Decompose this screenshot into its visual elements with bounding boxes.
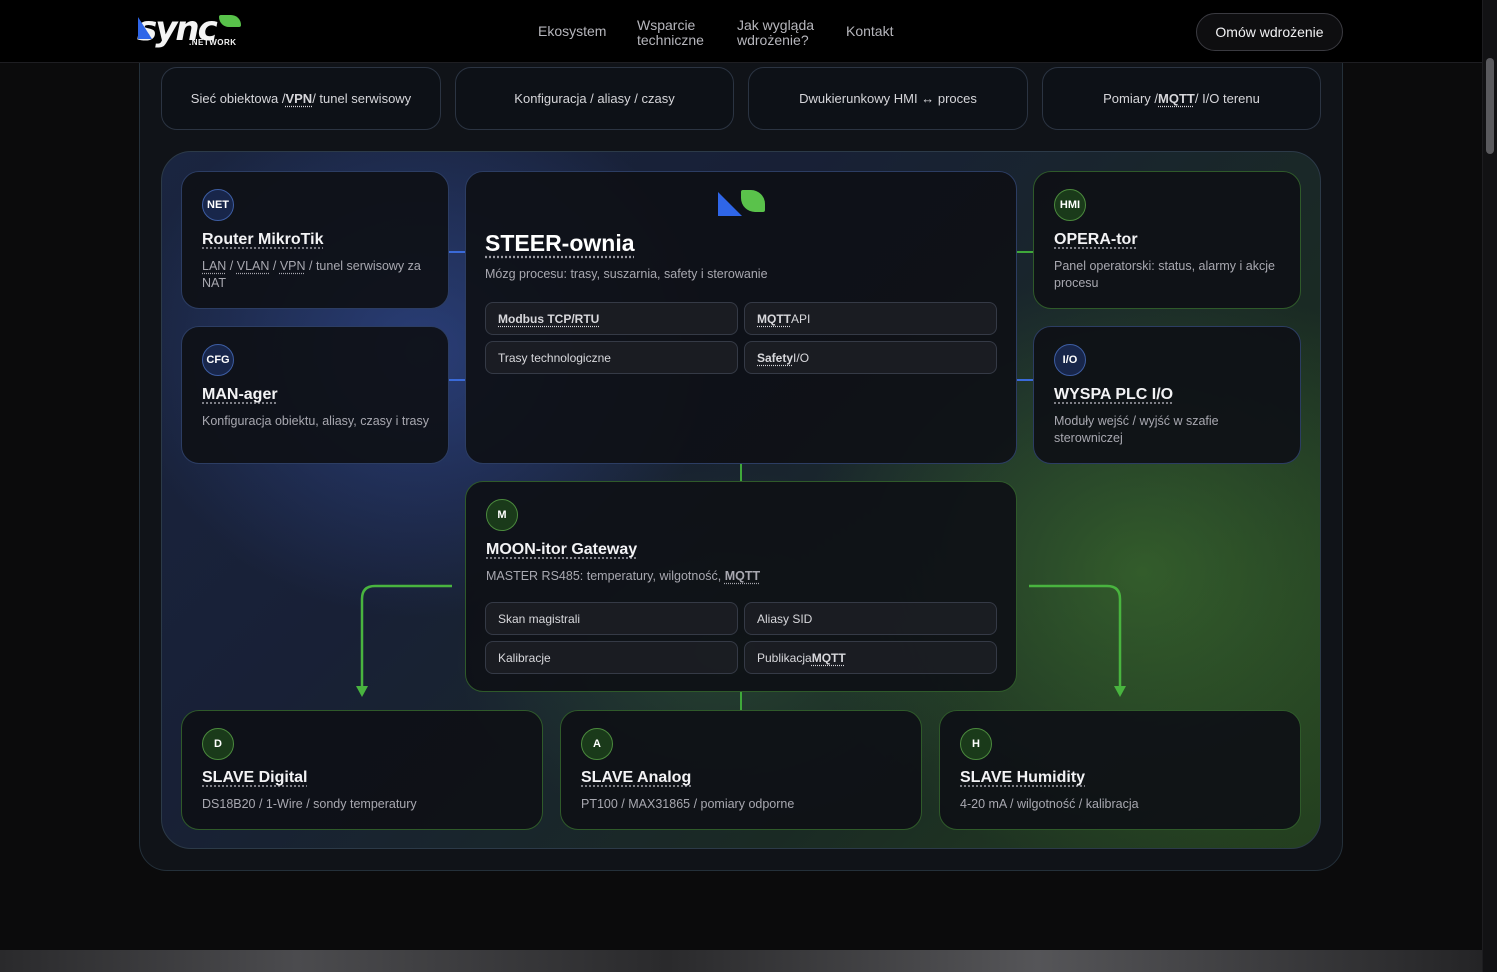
badge-h: H	[960, 728, 992, 760]
humidity-desc: 4-20 mA / wilgotność / kalibracja	[960, 797, 1139, 811]
card-manager[interactable]: CFG MAN-ager Konfiguracja obiektu, alias…	[181, 326, 449, 464]
chip-trasy: Trasy technologiczne	[485, 341, 738, 374]
moon-desc: MASTER RS485: temperatury, wilgotność, M…	[486, 568, 986, 585]
pill-hmi: Dwukierunkowy HMI ↔ proces	[748, 67, 1028, 130]
chip-kalibracje: Kalibracje	[485, 641, 738, 674]
card-wyspa-plc[interactable]: I/O WYSPA PLC I/O Moduły wejść / wyjść w…	[1033, 326, 1301, 464]
router-sep2: /	[269, 259, 280, 273]
nav-link-wdrozenie-line1: Jak wygląda	[737, 17, 815, 33]
opera-desc: Panel operatorski: status, alarmy i akcj…	[1054, 259, 1275, 290]
wyspa-desc: Moduły wejść / wyjść w szafie sterownicz…	[1054, 414, 1219, 445]
digital-title: SLAVE Digital	[202, 769, 308, 786]
nav-link-wdrozenie[interactable]: Jak wygląda wdrożenie?	[737, 18, 814, 48]
chip-mqtt-label: MQTT	[757, 311, 791, 326]
nav-link-kontakt[interactable]: Kontakt	[846, 24, 893, 39]
chip-mqtt-api: MQTT API	[744, 302, 997, 335]
badge-cfg: CFG	[202, 344, 234, 376]
chip-api-label: API	[791, 311, 811, 326]
pill-network: Sieć obiektowa / VPN / tunel serwisowy	[161, 67, 441, 130]
badge-m: M	[486, 499, 518, 531]
moon-desc-mqtt: MQTT	[724, 569, 761, 583]
pill-network-text: Sieć obiektowa /	[190, 91, 286, 106]
card-slave-humidity[interactable]: H SLAVE Humidity 4-20 mA / wilgotność / …	[939, 710, 1301, 830]
chip-aliasy: Aliasy SID	[744, 602, 997, 635]
steer-desc: Mózg procesu: trasy, suszarnia, safety i…	[485, 267, 768, 281]
chip-aliasy-label: Aliasy SID	[757, 611, 813, 626]
chip-skan: Skan magistrali	[485, 602, 738, 635]
logo[interactable]: sync .NETWORK	[137, 12, 243, 50]
router-lan: LAN	[202, 259, 227, 273]
badge-d: D	[202, 728, 234, 760]
pill-network-rest: / tunel serwisowy	[312, 91, 412, 106]
pill-config: Konfiguracja / aliasy / czasy	[455, 67, 734, 130]
nav-link-ekosystem[interactable]: Ekosystem	[538, 24, 606, 39]
analog-desc: PT100 / MAX31865 / pomiary odporne	[581, 797, 795, 811]
chip-modbus-label: Modbus TCP/RTU	[498, 311, 600, 326]
scrollbar-thumb[interactable]	[1486, 58, 1494, 154]
chip-skan-label: Skan magistrali	[498, 611, 581, 626]
manager-title: MAN-ager	[202, 386, 278, 403]
chip-kalibracje-label: Kalibracje	[498, 650, 551, 665]
card-slave-digital[interactable]: D SLAVE Digital DS18B20 / 1-Wire / sondy…	[181, 710, 543, 830]
moon-title: MOON-itor Gateway	[486, 541, 638, 558]
chip-io-label: I/O	[793, 350, 810, 365]
chip-trasy-label: Trasy technologiczne	[498, 350, 611, 365]
badge-net: NET	[202, 189, 234, 221]
steer-logo-icon	[718, 188, 766, 218]
router-desc: LAN / VLAN / VPN / tunel serwisowy za NA…	[202, 258, 432, 292]
chip-modbus: Modbus TCP/RTU	[485, 302, 738, 335]
badge-io: I/O	[1054, 344, 1086, 376]
manager-desc: Konfiguracja obiektu, aliasy, czasy i tr…	[202, 414, 429, 428]
card-router-mikrotik[interactable]: NET Router MikroTik LAN / VLAN / VPN / t…	[181, 171, 449, 309]
digital-desc: DS18B20 / 1-Wire / sondy temperatury	[202, 797, 417, 811]
cta-button[interactable]: Omów wdrożenie	[1196, 13, 1343, 51]
pill-config-text: Konfiguracja / aliasy / czasy	[514, 91, 675, 106]
logo-subtext: .NETWORK	[189, 38, 237, 47]
chip-safety: Safety I/O	[744, 341, 997, 374]
top-navbar: sync .NETWORK Ekosystem Wsparcie technic…	[0, 0, 1482, 63]
pill-measure-rest: / I/O terenu	[1194, 91, 1260, 106]
pill-measurements: Pomiary / MQTT / I/O terenu	[1042, 67, 1321, 130]
chip-publikacja: Publikacja MQTT	[744, 641, 997, 674]
moon-desc-text: MASTER RS485: temperatury, wilgotność,	[486, 569, 725, 583]
chip-publikacja-mqtt: MQTT	[811, 650, 846, 665]
nav-link-wdrozenie-line2: wdrożenie?	[737, 32, 809, 48]
logo-green-mark-icon	[219, 15, 241, 27]
pill-hmi-text: Dwukierunkowy HMI ↔ proces	[799, 91, 977, 106]
humidity-title: SLAVE Humidity	[960, 769, 1086, 786]
chip-safety-label: Safety	[757, 350, 794, 365]
wyspa-title: WYSPA PLC I/O	[1054, 386, 1174, 403]
next-section-preview	[0, 950, 1482, 972]
router-vlan: VLAN	[236, 259, 270, 273]
steer-title: STEER-ownia	[485, 230, 635, 256]
router-vpn: VPN	[279, 259, 306, 273]
badge-a: A	[581, 728, 613, 760]
pill-measure-text: Pomiary /	[1103, 91, 1159, 106]
router-sep1: /	[226, 259, 237, 273]
opera-title: OPERA-tor	[1054, 231, 1138, 248]
card-slave-analog[interactable]: A SLAVE Analog PT100 / MAX31865 / pomiar…	[560, 710, 922, 830]
badge-hmi: HMI	[1054, 189, 1086, 221]
pill-network-vpn: VPN	[285, 91, 313, 106]
nav-link-wsparcie-line2: techniczne	[637, 32, 704, 48]
nav-link-wsparcie[interactable]: Wsparcie techniczne	[637, 18, 704, 48]
pill-measure-mqtt: MQTT	[1158, 91, 1195, 106]
chip-publikacja-label: Publikacja	[757, 650, 812, 665]
analog-title: SLAVE Analog	[581, 769, 692, 786]
card-opera-tor[interactable]: HMI OPERA-tor Panel operatorski: status,…	[1033, 171, 1301, 309]
router-title: Router MikroTik	[202, 231, 324, 248]
nav-link-wsparcie-line1: Wsparcie	[637, 17, 696, 33]
